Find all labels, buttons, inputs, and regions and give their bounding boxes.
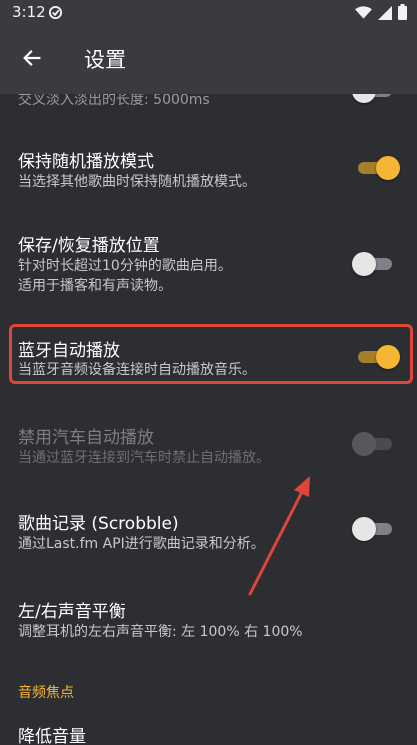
crossfade-summary: 交叉淡入淡出的长度: 5000ms <box>18 94 210 108</box>
page-title: 设置 <box>84 48 126 72</box>
pref-save-restore-position[interactable]: 保存/恢复播放位置 针对时长超过10分钟的歌曲启用。 适用于播客和有声读物。 <box>0 218 417 308</box>
pref-disable-car-autoplay: 禁用汽车自动播放 当通过蓝牙连接到汽车时禁止自动播放。 <box>0 404 417 474</box>
pref-scrobble[interactable]: 歌曲记录 (Scrobble) 通过Last.fm API进行歌曲记录和分析。 <box>0 494 417 564</box>
pref-summary: 当通过蓝牙连接到汽车时禁止自动播放。 <box>18 450 270 466</box>
pref-title: 左/右声音平衡 <box>18 602 126 622</box>
pref-summary: 调整耳机的左右声音平衡: 左 100% 右 100% <box>18 624 303 640</box>
signal-icon <box>378 5 392 24</box>
pref-summary-line-2: 适用于播客和有声读物。 <box>18 278 172 294</box>
pref-keep-shuffle[interactable]: 保持随机播放模式 当选择其他歌曲时保持随机播放模式。 <box>0 134 417 204</box>
status-time: 3:12 <box>12 3 46 21</box>
crossfade-toggle-partial <box>352 94 400 104</box>
app-bar: 设置 <box>0 24 417 94</box>
scrobble-toggle[interactable] <box>352 516 400 542</box>
status-icons <box>355 4 407 24</box>
car-autoplay-toggle <box>352 431 400 457</box>
pref-audio-balance[interactable]: 左/右声音平衡 调整耳机的左右声音平衡: 左 100% 右 100% <box>0 584 417 654</box>
status-bar: 3:12 <box>0 0 417 24</box>
annotation-arrow-icon <box>248 476 310 596</box>
arrow-left-icon <box>23 50 41 66</box>
back-button[interactable] <box>14 40 50 76</box>
pref-summary: 通过Last.fm API进行歌曲记录和分析。 <box>18 536 265 552</box>
pref-title: 保存/恢复播放位置 <box>18 236 160 256</box>
settings-list[interactable]: 交叉淡入淡出的长度: 5000ms 保持随机播放模式 当选择其他歌曲时保持随机播… <box>0 94 417 745</box>
keep-shuffle-toggle[interactable] <box>352 155 400 181</box>
wifi-icon <box>355 5 372 24</box>
pref-summary-line-1: 针对时长超过10分钟的歌曲启用。 <box>18 258 232 274</box>
battery-icon <box>398 4 407 24</box>
pref-title: 歌曲记录 (Scrobble) <box>18 514 179 534</box>
section-header-audio-focus: 音频焦点 <box>18 685 74 701</box>
pref-title: 禁用汽车自动播放 <box>18 428 154 448</box>
sync-icon <box>48 5 63 24</box>
save-position-toggle[interactable] <box>352 251 400 277</box>
pref-title: 降低音量 <box>18 727 86 745</box>
annotation-highlight-box <box>9 324 413 384</box>
pref-duck-volume[interactable]: 降低音量 <box>0 712 417 745</box>
pref-title: 保持随机播放模式 <box>18 152 154 172</box>
pref-summary: 当选择其他歌曲时保持随机播放模式。 <box>18 174 256 190</box>
